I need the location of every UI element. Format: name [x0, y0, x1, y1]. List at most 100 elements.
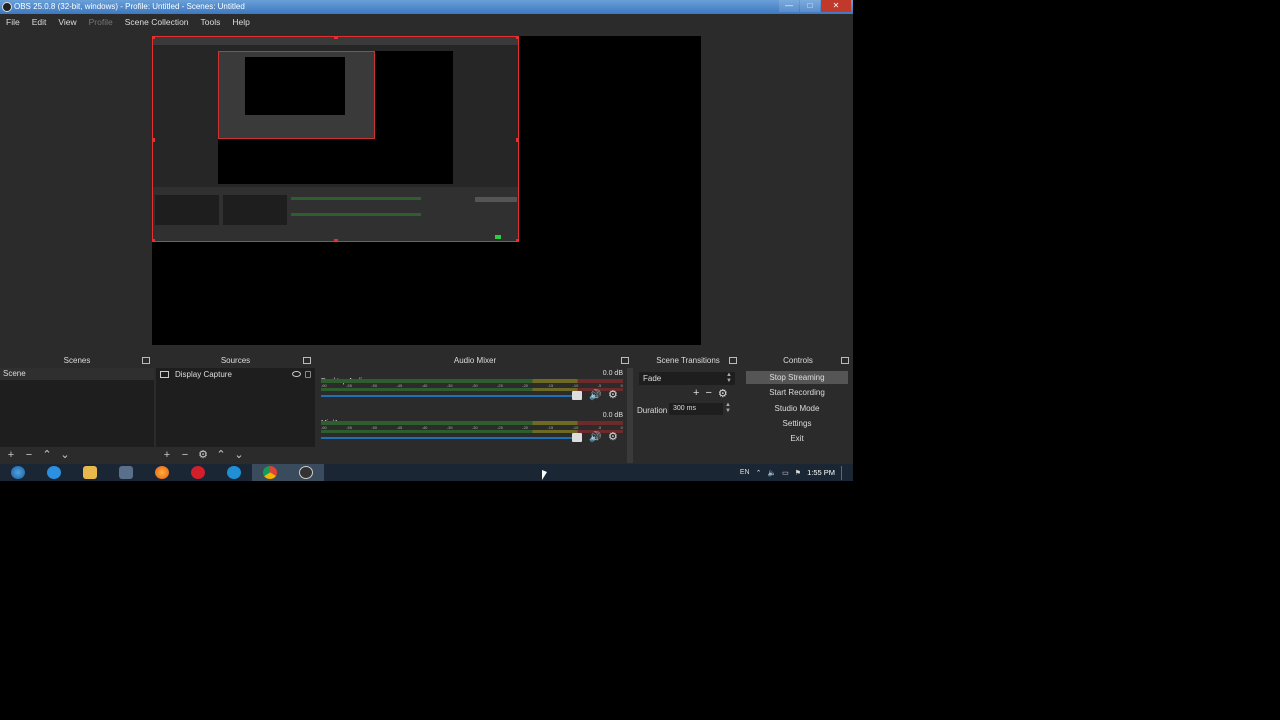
minimize-button[interactable]: —	[779, 0, 799, 12]
scenes-title: Scenes	[63, 356, 91, 365]
scene-transitions-dock: Scene Transitions Fade ▲ ▼ + − ⚙ Duration…	[635, 354, 743, 463]
taskbar-obs[interactable]	[288, 464, 324, 481]
taskbar-ie[interactable]	[36, 464, 72, 481]
start-button[interactable]	[0, 464, 36, 481]
start-recording-button[interactable]: Start Recording	[746, 386, 848, 399]
volume-slider[interactable]	[321, 437, 579, 439]
resize-handle[interactable]	[153, 37, 155, 39]
eye-icon[interactable]	[292, 371, 301, 377]
taskbar-edge[interactable]	[216, 464, 252, 481]
preview-canvas[interactable]	[152, 36, 701, 345]
preview-area	[0, 30, 853, 352]
exit-button[interactable]: Exit	[746, 432, 848, 445]
speaker-icon[interactable]: 🔊	[589, 433, 601, 443]
resize-handle[interactable]	[516, 239, 518, 241]
scene-item[interactable]: Scene	[0, 368, 154, 380]
show-desktop-button[interactable]	[841, 465, 847, 480]
move-up-icon[interactable]: ⌃	[40, 448, 54, 462]
studio-mode-button[interactable]: Studio Mode	[746, 402, 848, 415]
menu-edit[interactable]: Edit	[26, 17, 53, 27]
menu-profile[interactable]: Profile	[83, 17, 119, 27]
volume-slider[interactable]	[321, 395, 579, 397]
menu-scene-collection[interactable]: Scene Collection	[119, 17, 195, 27]
mixer-title: Audio Mixer	[453, 356, 497, 365]
float-icon[interactable]	[621, 357, 629, 364]
float-icon[interactable]	[729, 357, 737, 364]
edge-icon	[227, 466, 241, 479]
resize-handle[interactable]	[153, 138, 155, 142]
transition-tools: + − ⚙	[693, 387, 728, 400]
resize-handle[interactable]	[334, 239, 338, 241]
source-item[interactable]: Display Capture	[156, 368, 315, 380]
network-icon[interactable]: ▭	[782, 469, 789, 477]
float-icon[interactable]	[303, 357, 311, 364]
obs-icon	[299, 466, 313, 479]
settings-button[interactable]: Settings	[746, 417, 848, 430]
add-icon[interactable]: +	[160, 448, 174, 462]
taskbar-firefox[interactable]	[144, 464, 180, 481]
nested-sources	[223, 195, 287, 225]
media-player-icon	[119, 466, 133, 479]
system-tray: EN ⌃ 🔈 ▭ ⚑ 1:55 PM	[740, 465, 853, 480]
taskbar-explorer[interactable]	[72, 464, 108, 481]
nested-meter-1	[291, 197, 421, 200]
resize-handle[interactable]	[516, 37, 518, 39]
remove-icon[interactable]: −	[178, 448, 192, 462]
menu-file[interactable]: File	[0, 17, 26, 27]
menu-view[interactable]: View	[52, 17, 82, 27]
menu-help[interactable]: Help	[226, 17, 255, 27]
lock-icon[interactable]	[305, 370, 311, 378]
taskbar-chrome[interactable]	[252, 464, 288, 481]
speaker-icon[interactable]: 🔊	[589, 391, 601, 401]
window-buttons: — □ ✕	[778, 0, 851, 12]
spinner-icon[interactable]: ▲ ▼	[725, 402, 731, 414]
float-icon[interactable]	[142, 357, 150, 364]
mixer-body: Desktop Audio 0.0 dB -60-55-50-45-40-35-…	[317, 368, 633, 463]
resize-handle[interactable]	[153, 239, 155, 241]
resize-handle[interactable]	[516, 138, 518, 142]
move-down-icon[interactable]: ⌄	[58, 448, 72, 462]
taskbar-media[interactable]	[108, 464, 144, 481]
remove-icon[interactable]: −	[22, 448, 36, 462]
maximize-button[interactable]: □	[800, 0, 820, 12]
language-indicator[interactable]: EN	[740, 469, 750, 476]
add-icon[interactable]: +	[693, 387, 699, 400]
transition-select[interactable]: Fade ▲ ▼	[639, 372, 735, 385]
scenes-dock: Scenes Scene + − ⌃ ⌄	[0, 354, 156, 463]
gear-icon[interactable]: ⚙	[196, 448, 210, 462]
volume-icon[interactable]: 🔈	[767, 469, 776, 477]
transition-value: Fade	[643, 374, 662, 383]
close-button[interactable]: ✕	[821, 0, 851, 12]
mouse-cursor-icon	[542, 470, 547, 480]
gear-icon[interactable]: ⚙	[608, 432, 618, 443]
monitor-icon	[160, 370, 169, 378]
taskbar-opera[interactable]	[180, 464, 216, 481]
stop-streaming-button[interactable]: Stop Streaming	[746, 371, 848, 384]
sources-title: Sources	[220, 356, 251, 365]
flag-icon[interactable]: ⚑	[795, 469, 801, 477]
duration-input[interactable]: 300 ms	[669, 403, 723, 415]
remove-icon[interactable]: −	[705, 387, 711, 400]
audio-mixer-dock: Audio Mixer Desktop Audio 0.0 dB -60-55-…	[317, 354, 635, 463]
channel-db: 0.0 dB	[602, 370, 623, 377]
clock[interactable]: 1:55 PM	[807, 468, 835, 477]
chevron-updown-icon: ▲ ▼	[726, 372, 732, 384]
resize-handle[interactable]	[334, 37, 338, 39]
scenes-toolbar: + − ⌃ ⌄	[0, 447, 154, 463]
volume-slider-handle[interactable]	[572, 433, 582, 442]
volume-slider-handle[interactable]	[572, 391, 582, 400]
add-icon[interactable]: +	[4, 448, 18, 462]
move-up-icon[interactable]: ⌃	[214, 448, 228, 462]
opera-icon	[191, 466, 205, 479]
mixer-scrollbar[interactable]	[627, 368, 633, 463]
move-down-icon[interactable]: ⌄	[232, 448, 246, 462]
window-title: OBS 25.0.8 (32-bit, windows) - Profile: …	[14, 2, 245, 11]
chevron-up-icon[interactable]: ⌃	[756, 469, 762, 477]
gear-icon[interactable]: ⚙	[608, 390, 618, 401]
display-capture-source[interactable]	[152, 36, 519, 242]
gear-icon[interactable]: ⚙	[718, 387, 728, 400]
menu-tools[interactable]: Tools	[195, 17, 227, 27]
title-bar: OBS 25.0.8 (32-bit, windows) - Profile: …	[0, 0, 853, 14]
float-icon[interactable]	[841, 357, 849, 364]
firefox-icon	[155, 466, 169, 479]
